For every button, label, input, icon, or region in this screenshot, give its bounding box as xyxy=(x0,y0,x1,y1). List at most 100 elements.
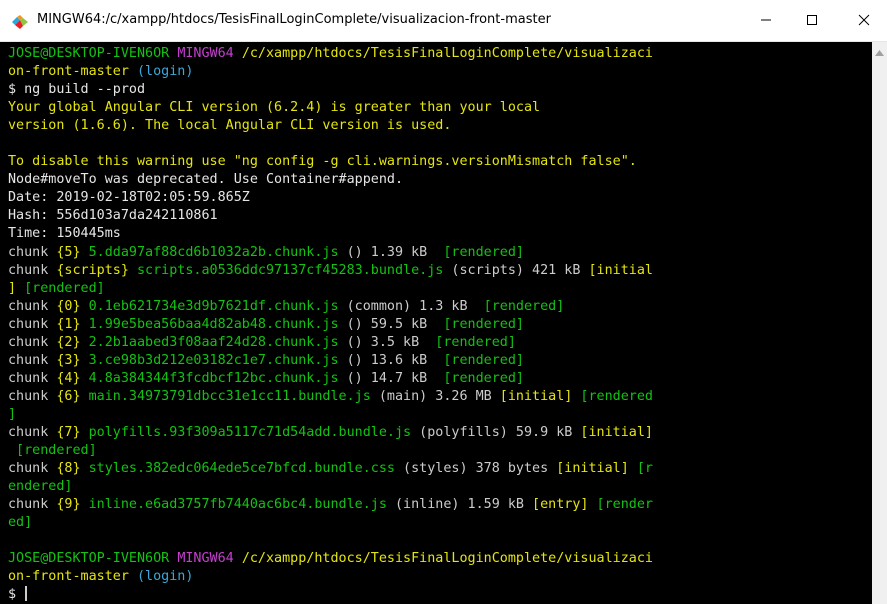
chunk-file: 1.99e5bea56baa4d82ab48.chunk.js xyxy=(80,316,339,332)
terminal-output[interactable]: JOSE@DESKTOP-IVEN6OR MINGW64 /c/xampp/ht… xyxy=(0,42,872,604)
chunk-line-continued: endered] xyxy=(8,479,73,495)
chunk-flag: ] xyxy=(8,280,17,296)
chunk-id: {scripts} xyxy=(56,262,129,278)
close-button[interactable] xyxy=(841,0,887,41)
chunk-file: styles.382edc064ede5ce7bfcd.bundle.css xyxy=(80,461,395,477)
prompt-path-continued: on-front-master xyxy=(8,569,129,585)
prompt-branch: (login) xyxy=(137,64,194,80)
vertical-scrollbar[interactable] xyxy=(872,42,887,604)
chunk-id: {5} xyxy=(56,244,81,260)
chunk-flag: [rendered] xyxy=(16,280,105,296)
chunk-label: chunk xyxy=(8,388,57,404)
prompt-branch: (login) xyxy=(137,569,194,585)
chunk-label: chunk xyxy=(8,497,57,513)
chunk-file: 2.2b1aabed3f08aaf24d28.chunk.js xyxy=(80,334,339,350)
chunk-line-continued: [rendered] xyxy=(8,443,97,459)
chunk-size: () 14.7 kB xyxy=(338,370,444,386)
chunk-label: chunk xyxy=(8,352,57,368)
chunk-size: () 3.5 kB xyxy=(338,334,436,350)
chunk-label: chunk xyxy=(8,424,57,440)
chunk-label: chunk xyxy=(8,334,57,350)
chunk-size: (main) 3.26 MB xyxy=(370,388,500,404)
chunk-line: chunk {1} 1.99e5bea56baa4d82ab48.chunk.j… xyxy=(8,316,872,334)
chunk-flag: [rendered] xyxy=(443,352,524,368)
chunk-flag: [rendered] xyxy=(443,370,524,386)
chunk-id: {3} xyxy=(56,352,81,368)
prompt-line-continued: on-front-master (login) xyxy=(8,63,872,81)
chunk-line: chunk {7} polyfills.93f309a5117c71d54add… xyxy=(8,424,872,442)
minimize-icon xyxy=(760,11,772,30)
warning-line-2: version (1.6.6). The local Angular CLI v… xyxy=(8,118,452,134)
command-text: ng build --prod xyxy=(24,82,146,98)
warning-line-1: Your global Angular CLI version (6.2.4) … xyxy=(8,100,541,116)
prompt-line: JOSE@DESKTOP-IVEN6OR MINGW64 /c/xampp/ht… xyxy=(8,550,872,568)
chunk-id: {4} xyxy=(56,370,81,386)
chunk-file: polyfills.93f309a5117c71d54add.bundle.js xyxy=(80,424,412,440)
prompt-env: MINGW64 xyxy=(177,46,234,61)
mingw-app-icon xyxy=(12,14,28,29)
chunk-id: {0} xyxy=(56,298,81,314)
maximize-button[interactable] xyxy=(789,0,835,41)
chunk-file: 3.ce98b3d212e03182c1e7.chunk.js xyxy=(80,352,339,368)
chunk-flag: [r xyxy=(628,461,653,477)
chunk-line: chunk {9} inline.e6ad3757fb7440ac6bc4.bu… xyxy=(8,496,872,514)
build-hash: Hash: 556d103a7da242110861 xyxy=(8,208,218,224)
chunk-size: (styles) 378 bytes xyxy=(394,461,557,477)
chunk-label: chunk xyxy=(8,244,57,260)
prompt-env: MINGW64 xyxy=(177,551,234,567)
prompt-path: /c/xampp/htdocs/TesisFinalLoginComplete/… xyxy=(241,46,653,61)
scrollbar-track[interactable] xyxy=(874,60,885,600)
scroll-up-button[interactable] xyxy=(872,42,887,58)
prompt-symbol: $ xyxy=(8,587,17,603)
chunk-flag: [initial] xyxy=(499,388,573,404)
chunk-line: chunk {5} 5.dda97af88cd6b1032a2b.chunk.j… xyxy=(8,244,872,262)
chunk-size: () 59.5 kB xyxy=(338,316,444,332)
prompt-user: JOSE@DESKTOP-IVEN6OR xyxy=(8,46,170,61)
chunk-id: {7} xyxy=(56,424,81,440)
chunk-flag: [rendered] xyxy=(483,298,565,314)
chunk-flag: [entry] xyxy=(532,497,589,513)
chunk-flag: [rendered] xyxy=(435,334,516,350)
prompt-line-continued: on-front-master (login) xyxy=(8,568,872,586)
chunk-size: (common) 1.3 kB xyxy=(338,298,484,314)
chunk-line: chunk {scripts} scripts.a0536ddc97137cf4… xyxy=(8,262,872,280)
chunk-line-continued: ] xyxy=(8,406,17,422)
text-cursor xyxy=(25,586,28,602)
chunk-line: chunk {4} 4.8a384344f3fcdbcf12bc.chunk.j… xyxy=(8,370,872,388)
chunk-line: chunk {8} styles.382edc064ede5ce7bfcd.bu… xyxy=(8,460,872,478)
terminal-window: MINGW64:/c/xampp/htdocs/TesisFinalLoginC… xyxy=(0,0,887,604)
chunk-line: chunk {2} 2.2b1aabed3f08aaf24d28.chunk.j… xyxy=(8,334,872,352)
chunk-size: (scripts) 421 kB xyxy=(443,262,589,278)
prompt-line: JOSE@DESKTOP-IVEN6OR MINGW64 /c/xampp/ht… xyxy=(8,45,872,63)
chunk-file: main.34973791dbcc31e1cc11.bundle.js xyxy=(80,388,371,404)
chunk-size: () 1.39 kB xyxy=(338,244,444,260)
input-line[interactable]: $ xyxy=(8,586,872,604)
chunk-line-continued: ] [rendered] xyxy=(8,280,872,298)
chunk-id: {6} xyxy=(56,388,81,404)
chunk-id: {8} xyxy=(56,461,81,477)
chunk-flag: [render xyxy=(588,497,653,513)
chunk-label: chunk xyxy=(8,461,57,477)
chunk-label: chunk xyxy=(8,298,57,314)
title-bar[interactable]: MINGW64:/c/xampp/htdocs/TesisFinalLoginC… xyxy=(0,0,887,42)
chunk-label: chunk xyxy=(8,262,57,278)
chunk-flag: [initial] xyxy=(556,461,629,477)
chunk-file: 0.1eb621734e3d9b7621df.chunk.js xyxy=(80,298,339,314)
chunk-line: chunk {6} main.34973791dbcc31e1cc11.bund… xyxy=(8,388,872,406)
chunk-flag: [initial xyxy=(588,262,653,278)
chevron-up-icon xyxy=(875,41,884,60)
warning-line-3: To disable this warning use "ng config -… xyxy=(8,154,637,170)
build-date: Date: 2019-02-18T02:05:59.865Z xyxy=(8,190,250,206)
close-icon xyxy=(858,11,870,30)
chunk-flag: [initial] xyxy=(580,424,653,440)
chunk-size: () 13.6 kB xyxy=(338,352,444,368)
chunk-file: 5.dda97af88cd6b1032a2b.chunk.js xyxy=(80,244,339,260)
chunk-flag: [rendered xyxy=(572,388,653,404)
chunk-size: (inline) 1.59 kB xyxy=(386,497,533,513)
minimize-button[interactable] xyxy=(743,0,789,41)
chunk-id: {2} xyxy=(56,334,81,350)
chunk-line: chunk {3} 3.ce98b3d212e03182c1e7.chunk.j… xyxy=(8,352,872,370)
window-title: MINGW64:/c/xampp/htdocs/TesisFinalLoginC… xyxy=(37,12,551,27)
